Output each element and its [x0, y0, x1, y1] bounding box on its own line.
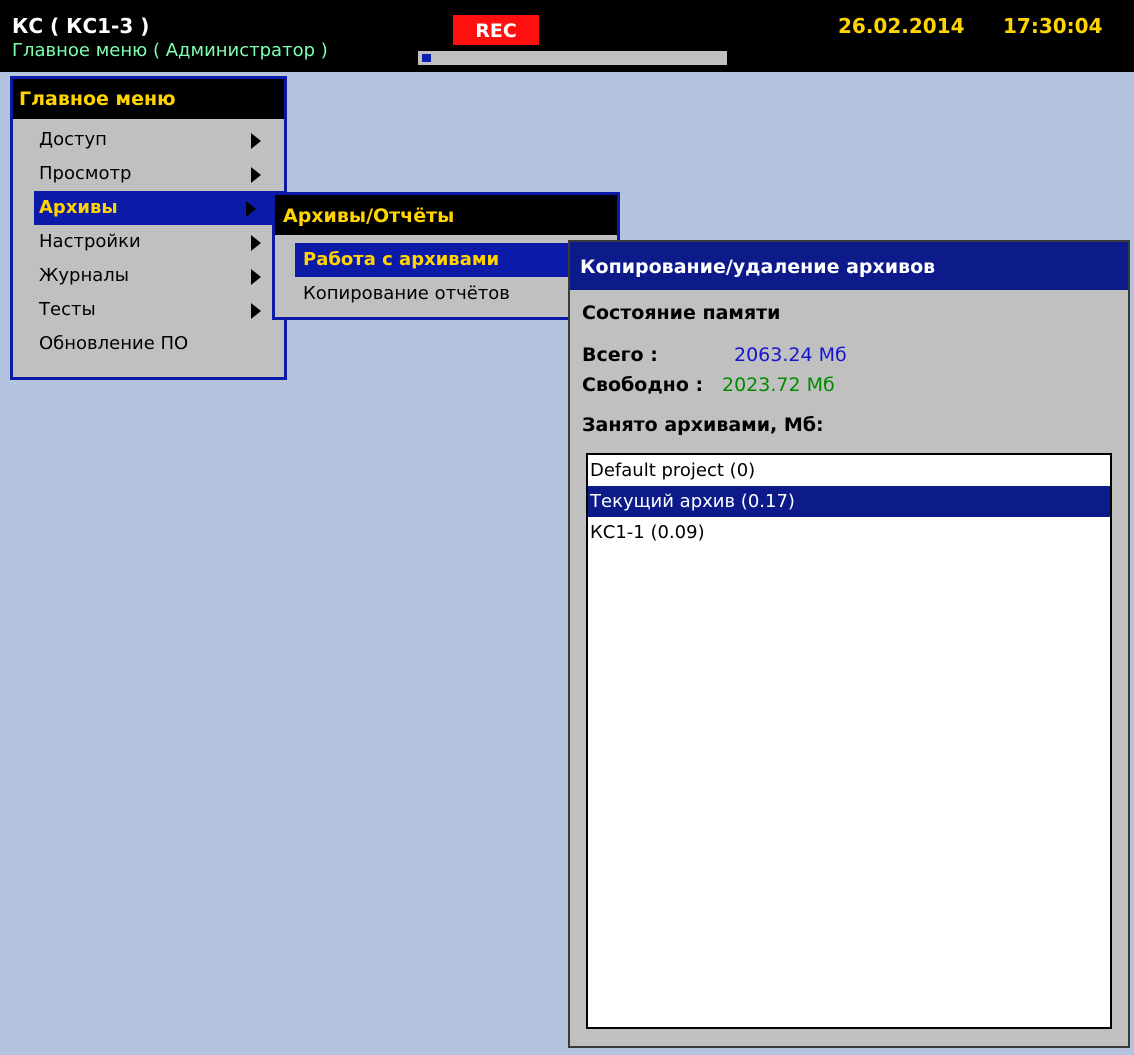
main-menu-title: Главное меню — [13, 79, 284, 119]
menu-item-label: Журналы — [39, 265, 129, 286]
archives-submenu-title: Архивы/Отчёты — [275, 195, 617, 235]
menu-item-tests[interactable]: Тесты — [13, 293, 284, 327]
archives-list[interactable]: Default project (0) Текущий архив (0.17)… — [586, 453, 1112, 1029]
menu-item-label: Доступ — [39, 129, 107, 150]
submenu-arrow-icon — [251, 167, 261, 183]
device-title: КС ( КС1-3 ) — [12, 14, 150, 38]
memory-progress-fill — [422, 54, 431, 62]
submenu-arrow-icon — [251, 303, 261, 319]
copy-delete-archives-dialog: Копирование/удаление архивов Состояние п… — [568, 240, 1130, 1048]
submenu-arrow-icon — [246, 201, 256, 217]
menu-item-journals[interactable]: Журналы — [13, 259, 284, 293]
time-display: 17:30:04 — [1003, 14, 1103, 38]
menu-item-archives[interactable]: Архивы — [34, 191, 284, 225]
menu-item-view[interactable]: Просмотр — [13, 157, 284, 191]
menu-item-access[interactable]: Доступ — [13, 123, 284, 157]
list-item[interactable]: Default project (0) — [588, 455, 1110, 486]
menu-item-copy-reports[interactable]: Копирование отчётов — [275, 277, 617, 311]
total-memory-label: Всего : — [582, 344, 658, 366]
submenu-arrow-icon — [251, 269, 261, 285]
free-memory-label: Свободно : — [582, 374, 704, 396]
current-screen-label: Главное меню ( Администратор ) — [12, 40, 328, 61]
menu-item-label: Тесты — [39, 299, 96, 320]
rec-indicator: REC — [453, 15, 539, 45]
list-item[interactable]: КС1-1 (0.09) — [588, 517, 1110, 548]
submenu-arrow-icon — [251, 235, 261, 251]
menu-item-label: Настройки — [39, 231, 141, 252]
menu-item-label: Просмотр — [39, 163, 132, 184]
main-menu: Главное меню Доступ Просмотр Архивы Наст… — [10, 76, 287, 380]
menu-item-software-update[interactable]: Обновление ПО — [13, 327, 284, 361]
submenu-arrow-icon — [251, 133, 261, 149]
status-bar: КС ( КС1-3 ) REC 26.02.2014 17:30:04 Гла… — [0, 0, 1134, 72]
occupied-by-archives-label: Занято архивами, Мб: — [582, 414, 824, 436]
free-memory-value: 2023.72 Мб — [722, 374, 835, 396]
menu-item-label: Обновление ПО — [39, 333, 189, 354]
total-memory-value: 2063.24 Мб — [734, 344, 847, 366]
memory-state-label: Состояние памяти — [582, 302, 781, 324]
memory-progress-bar — [418, 51, 727, 65]
menu-item-settings[interactable]: Настройки — [13, 225, 284, 259]
date-display: 26.02.2014 — [838, 14, 965, 38]
dialog-title: Копирование/удаление архивов — [570, 242, 1128, 290]
list-item[interactable]: Текущий архив (0.17) — [588, 486, 1110, 517]
menu-item-label: Архивы — [39, 197, 118, 218]
